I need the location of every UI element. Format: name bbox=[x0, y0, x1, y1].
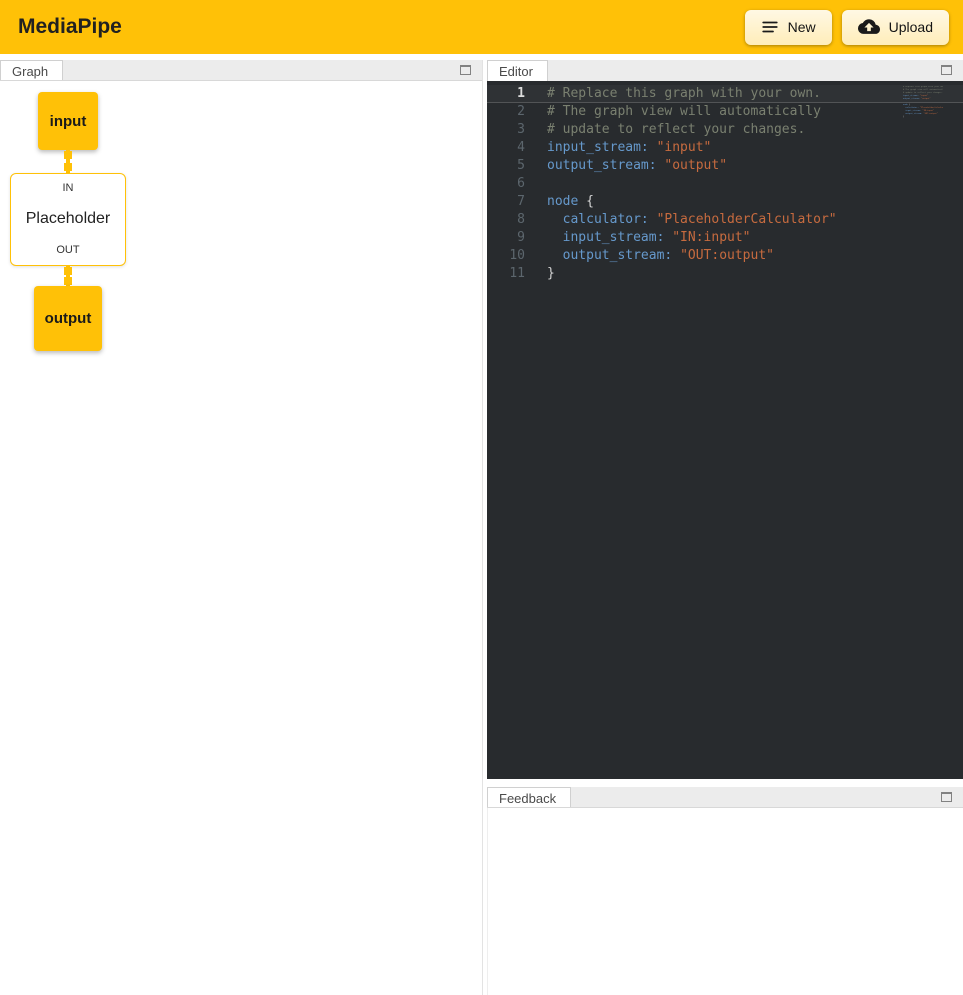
line-number: 4 bbox=[487, 139, 525, 157]
line-number: 5 bbox=[487, 157, 525, 175]
line-number: 3 bbox=[487, 121, 525, 139]
code-line: 8 calculator: "PlaceholderCalculator" bbox=[487, 211, 963, 229]
feedback-panel: Feedback bbox=[487, 787, 963, 995]
editor-panel: Editor 1# Replace this graph with your o… bbox=[487, 60, 963, 779]
upload-button-label: Upload bbox=[889, 19, 933, 35]
code-line: 4input_stream: "input" bbox=[487, 139, 963, 157]
line-number: 11 bbox=[487, 265, 525, 283]
line-number: 7 bbox=[487, 193, 525, 211]
node-label: Placeholder bbox=[26, 210, 111, 228]
editor-panel-tabs: Editor bbox=[487, 60, 963, 81]
code-line: 3# update to reflect your changes. bbox=[487, 121, 963, 139]
line-number: 9 bbox=[487, 229, 525, 247]
right-column: Editor 1# Replace this graph with your o… bbox=[487, 60, 963, 995]
graph-node-output[interactable]: output bbox=[34, 286, 102, 351]
code-line: 2# The graph view will automatically bbox=[487, 103, 963, 121]
app-header: MediaPipe New Upload bbox=[0, 0, 963, 54]
editor-code[interactable]: 1# Replace this graph with your own.2# T… bbox=[487, 81, 963, 779]
node-label: output bbox=[45, 310, 92, 327]
maximize-icon[interactable] bbox=[460, 65, 471, 75]
line-number: 1 bbox=[487, 85, 525, 102]
line-number: 6 bbox=[487, 175, 525, 193]
code-line: 5output_stream: "output" bbox=[487, 157, 963, 175]
code-line: 9 input_stream: "IN:input" bbox=[487, 229, 963, 247]
input-port-label: IN bbox=[63, 182, 74, 194]
connector-port bbox=[64, 163, 72, 171]
graph-edge-placeholder-output bbox=[63, 266, 73, 286]
code-line: 6 bbox=[487, 175, 963, 193]
new-button-label: New bbox=[788, 19, 816, 35]
output-port-label: OUT bbox=[56, 244, 79, 256]
connector-port bbox=[64, 277, 72, 285]
upload-button[interactable]: Upload bbox=[842, 10, 949, 45]
maximize-icon[interactable] bbox=[941, 65, 952, 75]
node-label: input bbox=[50, 113, 87, 130]
tab-feedback[interactable]: Feedback bbox=[487, 787, 571, 807]
code-line: 10 output_stream: "OUT:output" bbox=[487, 247, 963, 265]
app-title: MediaPipe bbox=[18, 15, 122, 39]
graph-node-placeholder[interactable]: IN Placeholder OUT bbox=[10, 173, 126, 266]
connector-port bbox=[64, 151, 72, 159]
graph-edge-input-placeholder bbox=[63, 150, 73, 173]
line-number: 8 bbox=[487, 211, 525, 229]
maximize-icon[interactable] bbox=[941, 792, 952, 802]
menu-icon bbox=[761, 18, 779, 36]
line-number: 2 bbox=[487, 103, 525, 121]
feedback-panel-tabs: Feedback bbox=[487, 787, 963, 808]
cloud-upload-icon bbox=[858, 19, 880, 36]
connector-port bbox=[64, 267, 72, 275]
graph-canvas[interactable]: input IN Placeholder OUT output bbox=[0, 81, 482, 995]
main-area: Graph input IN Placeholder OUT bbox=[0, 54, 963, 995]
code-line: 11} bbox=[487, 265, 963, 283]
new-button[interactable]: New bbox=[745, 10, 832, 45]
code-line: 1# Replace this graph with your own. bbox=[487, 85, 963, 103]
tab-editor[interactable]: Editor bbox=[487, 60, 548, 81]
code-line: 7node { bbox=[487, 193, 963, 211]
graph-panel: Graph input IN Placeholder OUT bbox=[0, 60, 483, 995]
panel-divider bbox=[487, 779, 963, 787]
tab-graph[interactable]: Graph bbox=[0, 60, 63, 80]
feedback-content bbox=[487, 808, 963, 995]
editor-minimap[interactable]: # Replace this graph with your own.# The… bbox=[903, 86, 943, 119]
line-number: 10 bbox=[487, 247, 525, 265]
graph-node-input[interactable]: input bbox=[38, 92, 98, 150]
graph-panel-tabs: Graph bbox=[0, 60, 482, 81]
